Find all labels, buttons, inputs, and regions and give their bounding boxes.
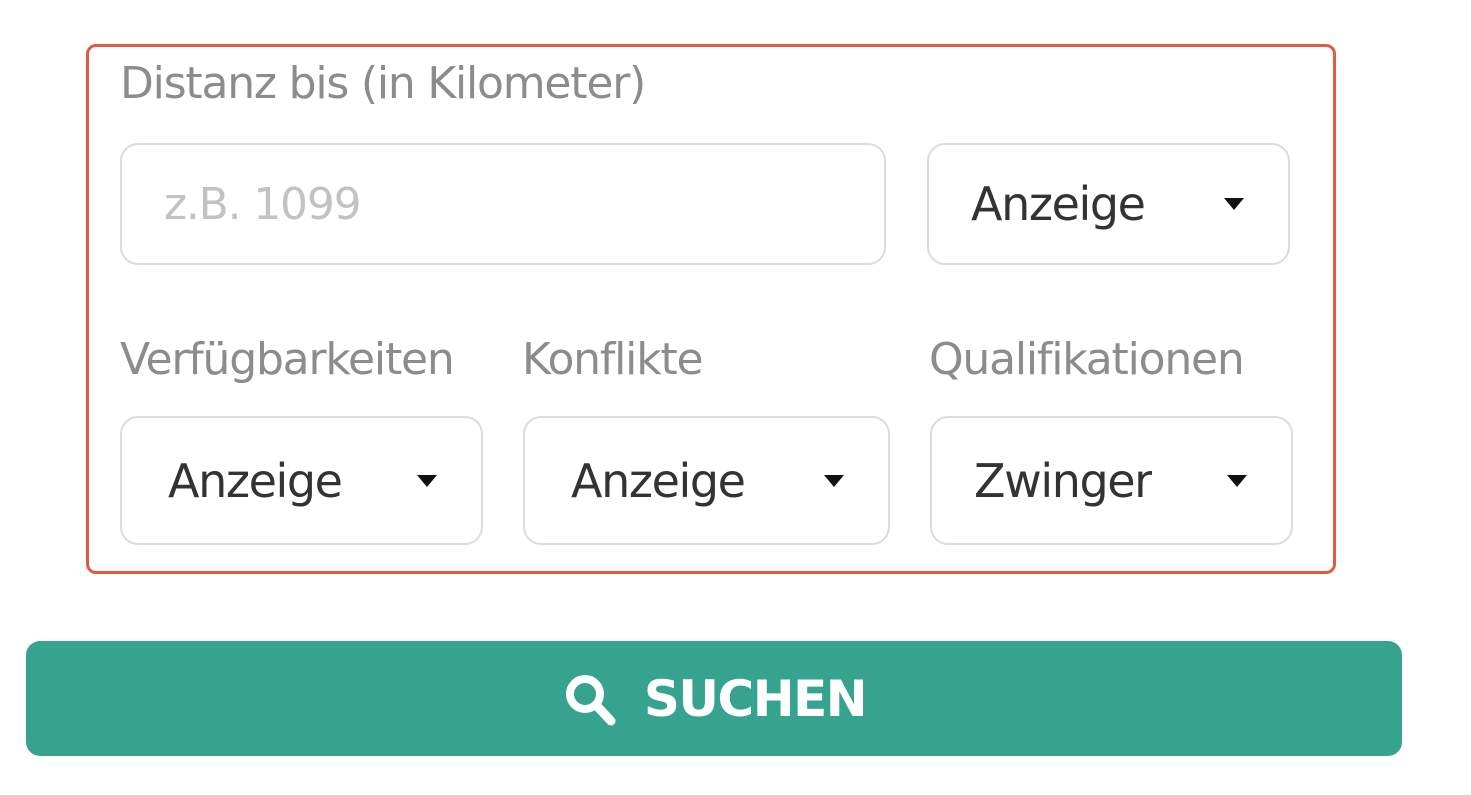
conflicts-select-value: Anzeige xyxy=(571,453,745,508)
distance-display-select-value: Anzeige xyxy=(971,177,1145,231)
availability-select[interactable]: Anzeige xyxy=(120,416,483,545)
chevron-down-icon xyxy=(417,474,437,487)
distance-display-select[interactable]: Anzeige xyxy=(927,143,1290,265)
search-button-label: SUCHEN xyxy=(643,669,868,728)
chevron-down-icon xyxy=(824,474,844,487)
qualifications-select[interactable]: Zwinger xyxy=(930,416,1293,545)
distance-label: Distanz bis (in Kilometer) xyxy=(120,58,646,109)
search-icon xyxy=(562,671,618,727)
availability-label: Verfügbarkeiten xyxy=(120,334,455,385)
chevron-down-icon xyxy=(1224,198,1244,210)
availability-select-value: Anzeige xyxy=(168,453,342,508)
distance-input[interactable] xyxy=(120,143,886,265)
conflicts-label: Konflikte xyxy=(522,334,704,385)
chevron-down-icon xyxy=(1227,474,1247,487)
qualifications-label: Qualifikationen xyxy=(929,334,1245,385)
search-filter-form: Distanz bis (in Kilometer) Anzeige Verfü… xyxy=(0,0,1471,795)
search-button[interactable]: SUCHEN xyxy=(26,641,1402,756)
qualifications-select-value: Zwinger xyxy=(974,453,1152,508)
conflicts-select[interactable]: Anzeige xyxy=(523,416,890,545)
